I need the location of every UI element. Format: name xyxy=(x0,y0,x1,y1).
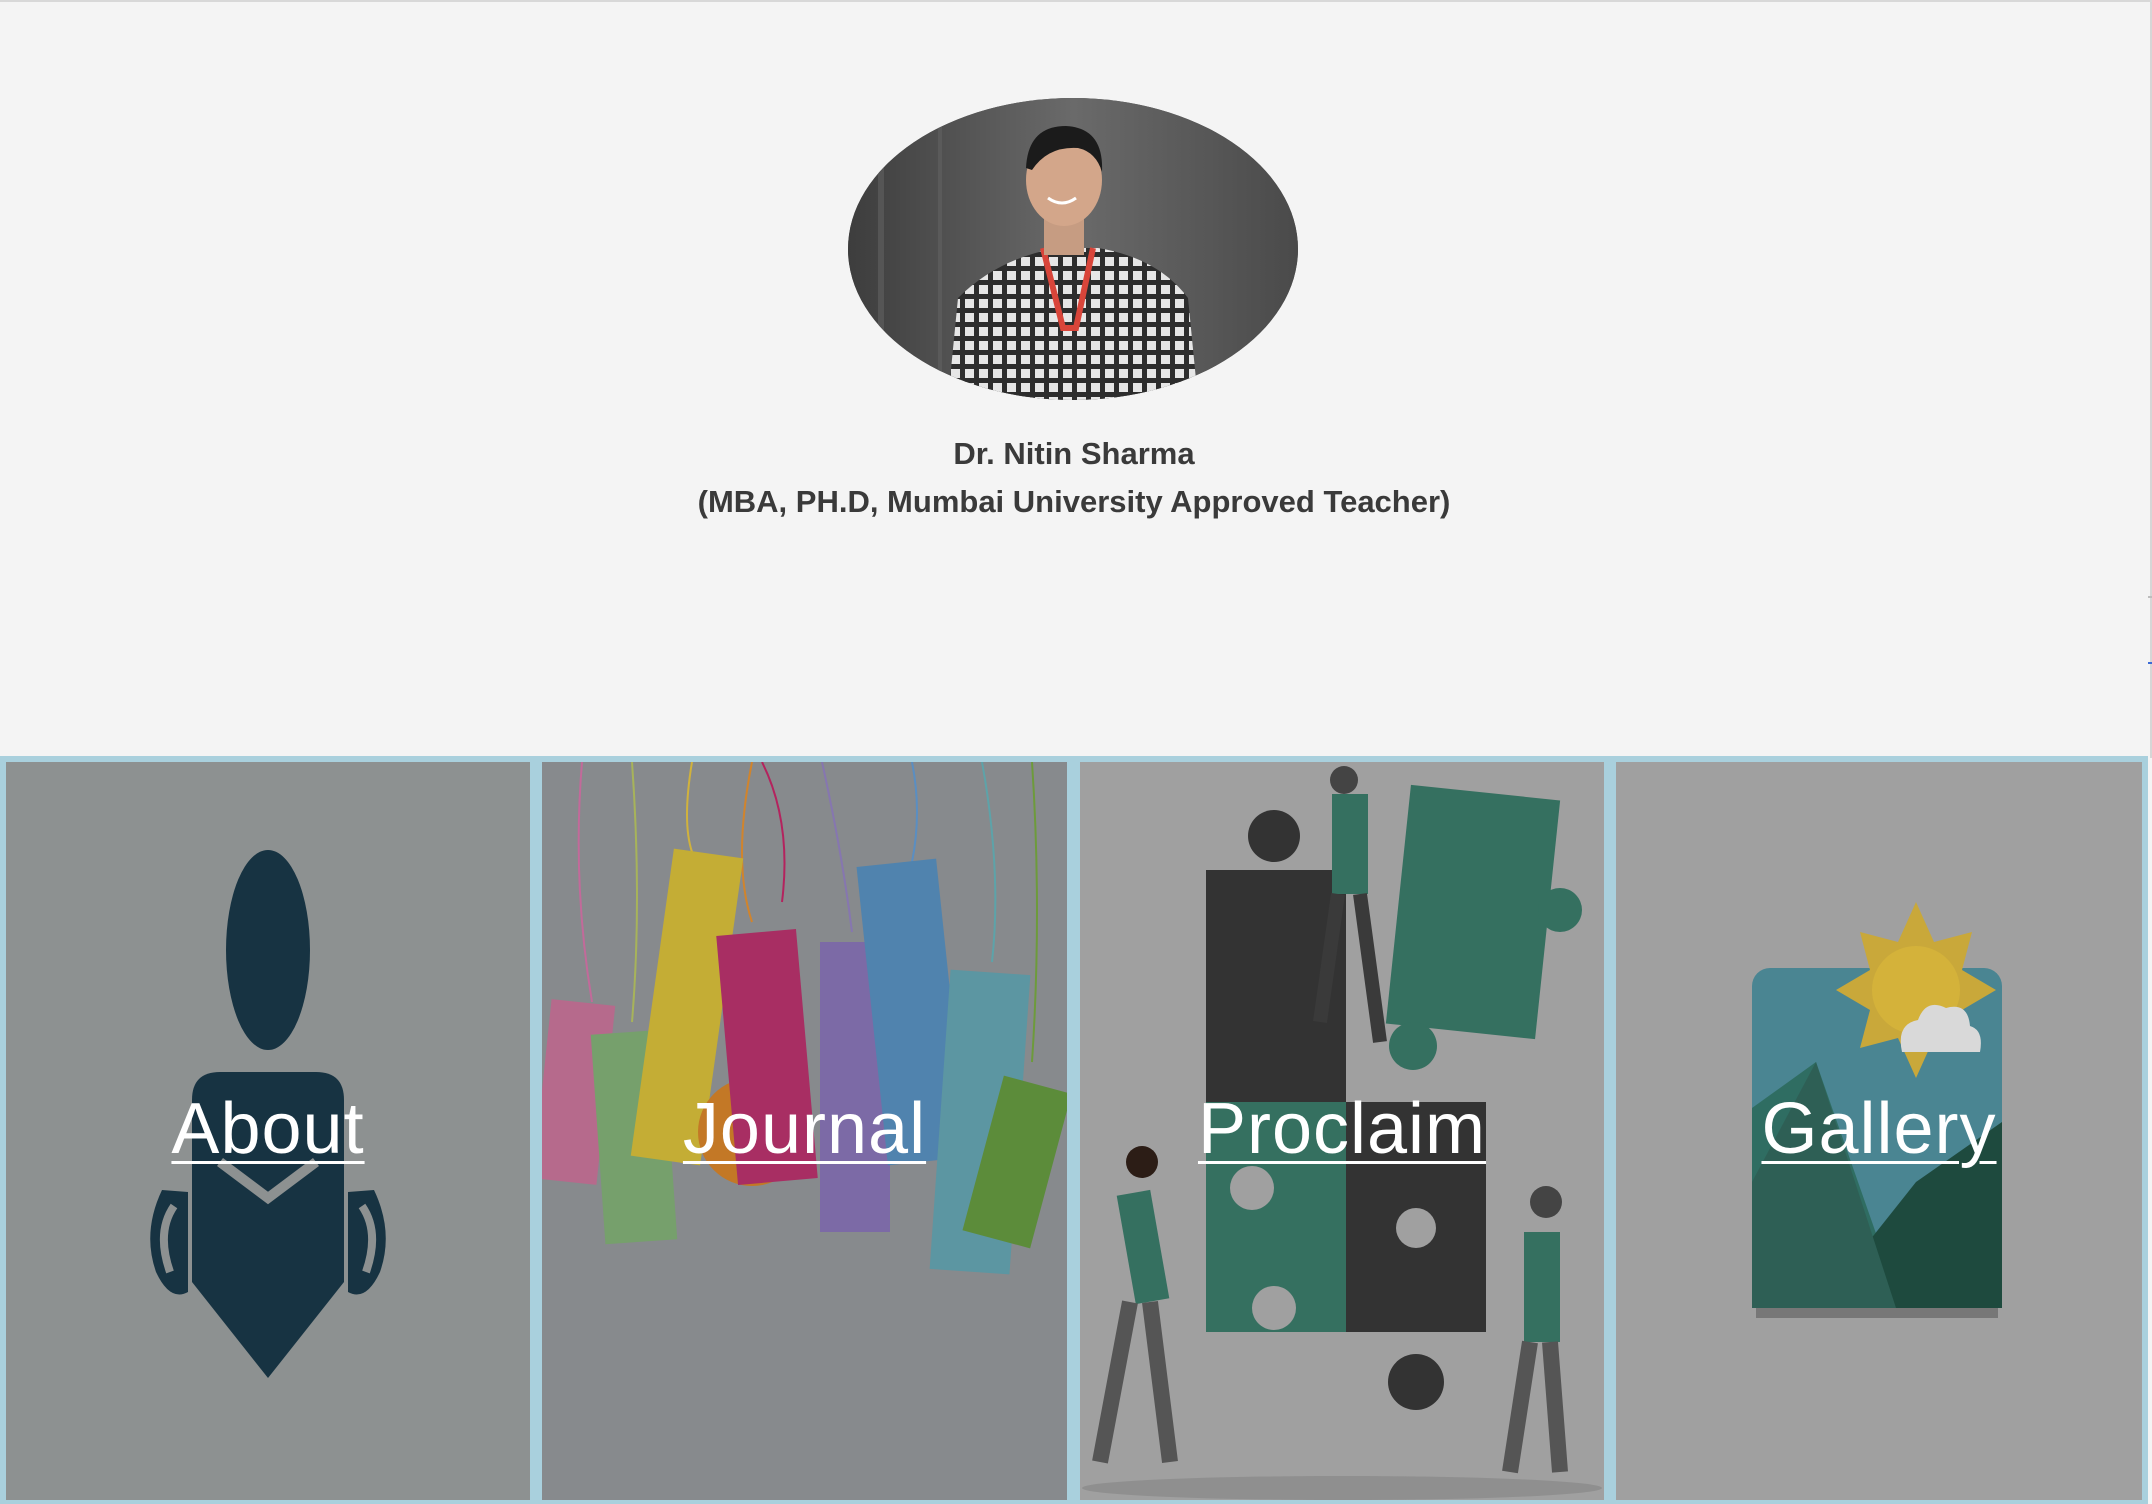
tile-proclaim-label[interactable]: Proclaim xyxy=(1080,1088,1604,1170)
tile-about-label[interactable]: About xyxy=(6,1088,530,1170)
tile-journal[interactable]: Journal xyxy=(542,762,1067,1500)
nav-tiles: About Journal Proclaim Gallery xyxy=(0,756,2148,1504)
edge-tick xyxy=(2148,596,2152,598)
profile-name: Dr. Nitin Sharma xyxy=(953,436,1195,471)
tile-journal-label[interactable]: Journal xyxy=(542,1088,1067,1170)
tile-gallery-label[interactable]: Gallery xyxy=(1616,1088,2142,1170)
tile-about[interactable]: About xyxy=(6,762,530,1500)
tile-gallery[interactable]: Gallery xyxy=(1616,762,2142,1500)
tile-proclaim[interactable]: Proclaim xyxy=(1080,762,1604,1500)
person-photo-icon xyxy=(848,98,1298,400)
edge-tick xyxy=(2148,662,2152,664)
profile-credentials: (MBA, PH.D, Mumbai University Approved T… xyxy=(697,484,1451,519)
profile-photo xyxy=(848,98,1298,400)
page: Dr. Nitin Sharma (MBA, PH.D, Mumbai Univ… xyxy=(0,0,2152,1504)
profile-header: Dr. Nitin Sharma (MBA, PH.D, Mumbai Univ… xyxy=(0,2,2148,756)
